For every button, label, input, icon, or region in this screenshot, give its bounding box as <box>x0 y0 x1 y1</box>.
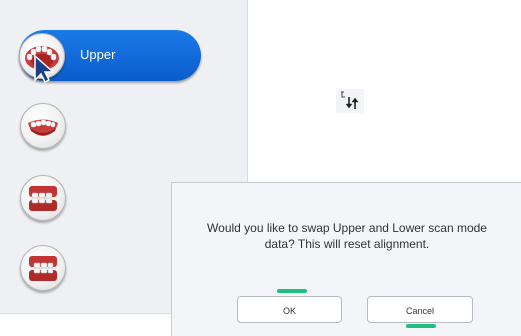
bite-right-icon <box>20 245 66 291</box>
mode-button-label: Upper <box>80 47 116 62</box>
ok-button[interactable]: OK <box>237 296 342 323</box>
ok-focus-highlight <box>277 289 307 293</box>
cancel-button[interactable]: Cancel <box>367 296 473 323</box>
dialog-message-line2: data? This will reset alignment. <box>264 237 430 251</box>
lower-arch-icon <box>20 103 66 149</box>
mouse-cursor-icon <box>34 54 55 84</box>
bite-left-icon <box>20 175 66 221</box>
lower-scan-button[interactable] <box>20 103 66 149</box>
dialog-message: Would you like to swap Upper and Lower s… <box>172 220 521 252</box>
bite-scan-left-button[interactable] <box>20 175 66 221</box>
swap-confirmation-dialog: Would you like to swap Upper and Lower s… <box>171 182 521 336</box>
cancel-focus-highlight <box>406 324 436 328</box>
swap-upper-lower-icon[interactable] <box>336 89 364 113</box>
dialog-message-line1: Would you like to swap Upper and Lower s… <box>207 221 487 235</box>
bite-scan-right-button[interactable] <box>20 245 66 291</box>
